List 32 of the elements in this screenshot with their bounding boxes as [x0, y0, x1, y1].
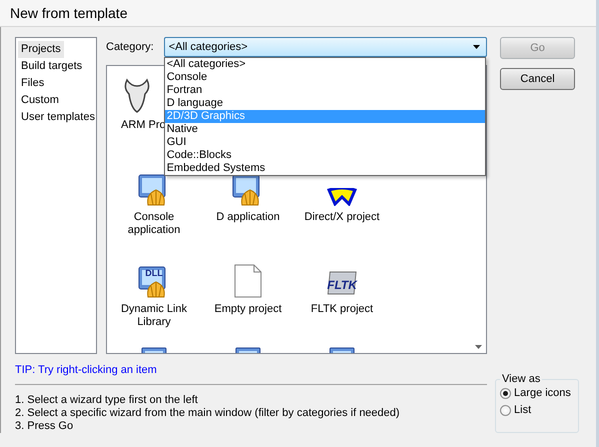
template-label[interactable]: D application — [216, 211, 280, 224]
sidebar-item[interactable]: Build targets — [18, 58, 86, 75]
sidebar-item[interactable]: Projects — [18, 41, 64, 58]
category-label: Category: — [106, 41, 154, 53]
template-label[interactable]: Dynamic Link Library — [108, 303, 200, 329]
instruction-line: 2. Select a specific wizard from the main window (filter by categories if needed) — [15, 407, 400, 420]
template-label[interactable]: Direct/X project — [304, 211, 380, 224]
instruction-line: 1. Select a wizard type first on the left — [15, 394, 198, 407]
sidebar-item[interactable]: Files — [18, 75, 48, 92]
window-title: New from template — [0, 0, 596, 27]
dropdown-option[interactable]: <All categories> — [164, 58, 486, 71]
instruction-line: 3. Press Go — [15, 420, 74, 433]
sidebar-item[interactable]: User templates — [18, 109, 98, 126]
dropdown-option[interactable]: Embedded Systems — [164, 162, 486, 175]
sidebar-item[interactable]: Custom — [18, 92, 62, 109]
dropdown-option[interactable]: Native — [164, 123, 486, 136]
cancel-button[interactable]: Cancel — [500, 68, 576, 90]
dropdown-option[interactable]: Console — [164, 71, 486, 84]
dropdown-option[interactable]: GUI — [164, 136, 486, 149]
radio-label[interactable]: Large icons — [514, 387, 571, 399]
template-label[interactable]: FLTK project — [310, 303, 374, 316]
radio-label[interactable]: List — [514, 404, 532, 416]
group-title: View as — [501, 373, 542, 385]
template-label[interactable]: Empty project — [214, 303, 282, 316]
category-dropdown[interactable]: <All categories> — [164, 37, 488, 57]
dropdown-option[interactable]: Fortran — [164, 84, 486, 97]
icon-badge-text: DLL — [145, 268, 163, 278]
tip-text: TIP: Try right-clicking an item — [15, 364, 157, 376]
icon-badge-text: FLTK — [327, 278, 357, 292]
template-label[interactable]: Console application — [108, 211, 200, 237]
dropdown-option[interactable]: D language — [164, 97, 486, 110]
dropdown-option[interactable]: Code::Blocks — [164, 149, 486, 162]
